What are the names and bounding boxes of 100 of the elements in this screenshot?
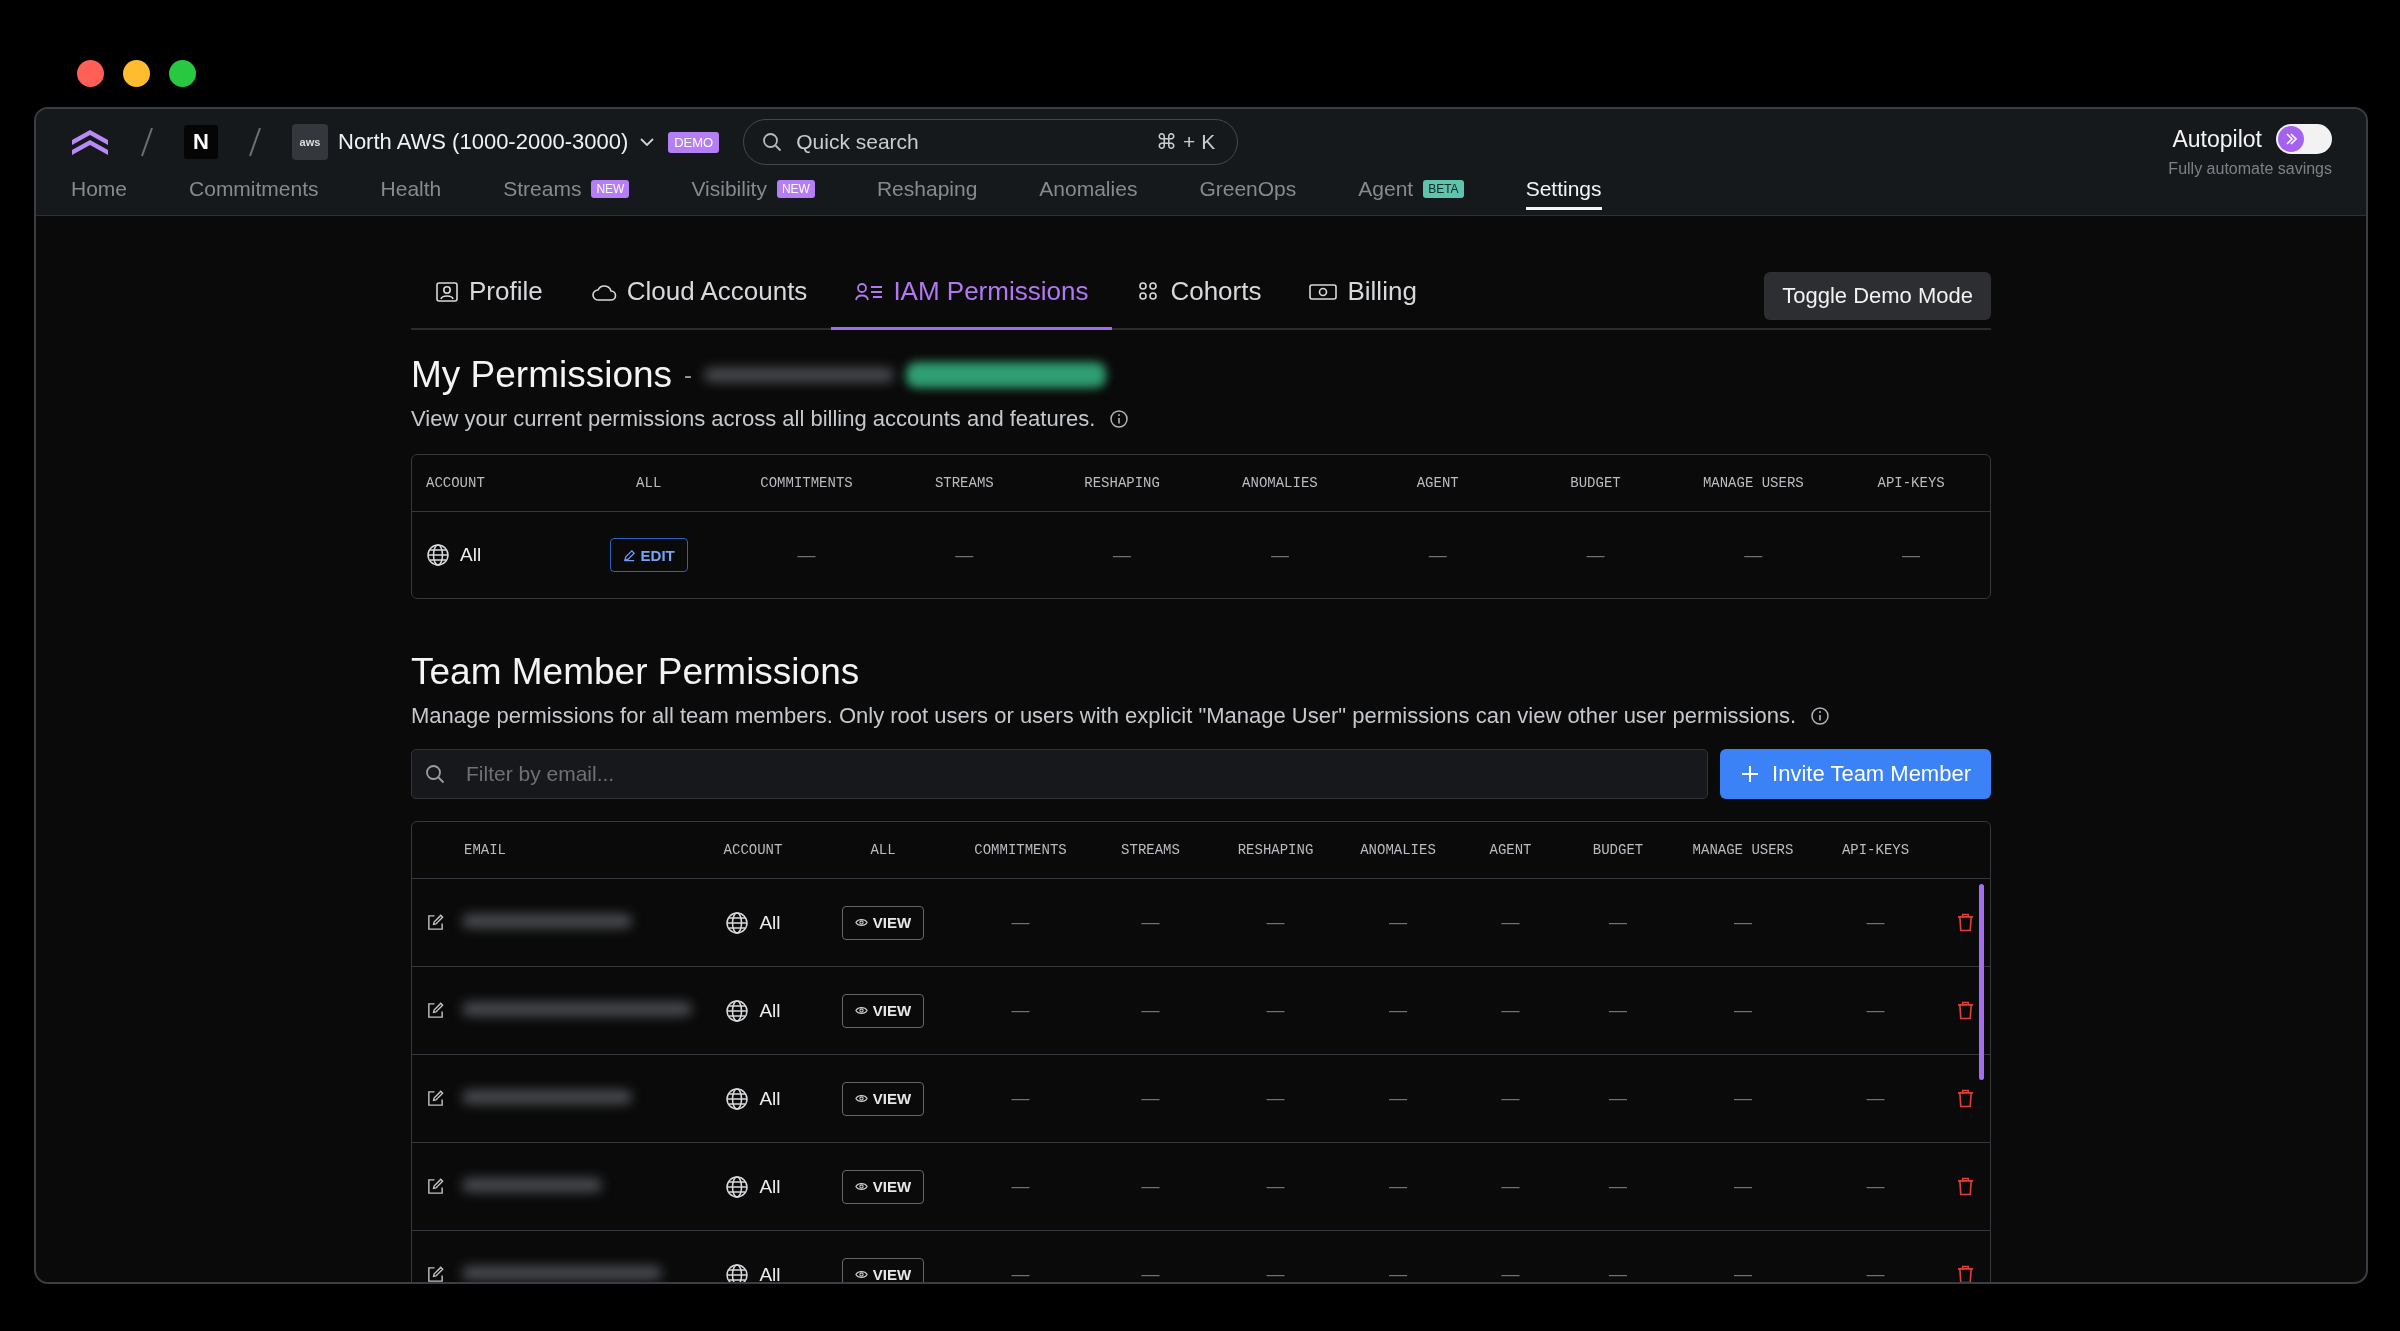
account-selector[interactable]: North AWS (1000-2000-3000): [338, 129, 629, 155]
table-cell: —: [1501, 912, 1520, 933]
view-button[interactable]: VIEW: [841, 1169, 925, 1204]
section-tab[interactable]: Profile: [411, 276, 567, 330]
section-tab[interactable]: Cloud Accounts: [566, 276, 832, 330]
nav-tab[interactable]: Commitments: [189, 177, 319, 210]
column-header: RESHAPING: [1236, 842, 1315, 858]
globe-icon: [725, 910, 750, 935]
toggle-demo-button[interactable]: Toggle Demo Mode: [1764, 272, 1991, 320]
table-cell: —: [1266, 1000, 1285, 1021]
nav-tab[interactable]: Streams NEW: [503, 177, 630, 210]
table-cell: —: [1501, 1088, 1520, 1109]
table-cell: —: [1266, 1176, 1285, 1197]
table-cell: All: [460, 544, 482, 566]
edit-icon[interactable]: [425, 1265, 445, 1282]
table-cell: —: [1266, 1088, 1285, 1109]
maximize-window-icon[interactable]: [169, 60, 196, 87]
edit-button[interactable]: EDIT: [609, 538, 688, 572]
info-icon[interactable]: [1810, 706, 1831, 726]
view-button[interactable]: VIEW: [841, 905, 925, 940]
edit-icon[interactable]: [425, 1089, 445, 1108]
column-header: ALL: [869, 842, 897, 858]
column-header: ACCOUNT: [722, 842, 784, 858]
section-tab[interactable]: IAM Permissions: [831, 276, 1113, 330]
delete-icon[interactable]: [1956, 1177, 1974, 1196]
edit-icon[interactable]: [425, 1001, 445, 1020]
edit-icon[interactable]: [425, 913, 445, 932]
column-header: MANAGE USERS: [1701, 475, 1805, 491]
chevron-down-icon[interactable]: [640, 138, 655, 146]
column-header: EMAIL: [463, 842, 507, 858]
table-cell: —: [1902, 544, 1921, 566]
table-cell: —: [1501, 1176, 1520, 1197]
banknote-icon: [1309, 281, 1338, 302]
nav-tab[interactable]: Visibility NEW: [691, 177, 815, 210]
table-cell: —: [1141, 1264, 1160, 1282]
scrollbar-thumb[interactable]: [1979, 884, 1984, 1080]
section-tab[interactable]: Billing: [1285, 276, 1441, 330]
close-window-icon[interactable]: [77, 60, 104, 87]
table-cell: —: [1586, 544, 1605, 566]
autopilot-subtitle: Fully automate savings: [2168, 160, 2332, 178]
nav-tab[interactable]: Home: [71, 177, 128, 210]
nav-tab[interactable]: Health: [380, 177, 442, 210]
eye-icon: [854, 1005, 868, 1016]
delete-icon[interactable]: [1956, 1265, 1974, 1282]
table-cell: —: [1734, 1176, 1752, 1197]
column-header: BUDGET: [1591, 842, 1645, 858]
nav-tab[interactable]: Agent BETA: [1358, 177, 1464, 210]
section-title: My Permissions: [411, 354, 673, 396]
table-cell: —: [955, 544, 974, 566]
nav-tab[interactable]: Settings: [1525, 177, 1602, 210]
globe-icon: [725, 998, 750, 1023]
view-button[interactable]: VIEW: [841, 1081, 925, 1116]
delete-icon[interactable]: [1956, 1089, 1974, 1108]
title-separator: -: [684, 361, 693, 389]
table-cell: —: [1270, 544, 1289, 566]
invite-button[interactable]: Invite Team Member: [1720, 749, 1991, 799]
filter-field[interactable]: Filter by email...: [411, 749, 1709, 799]
column-header: API-KEYS: [1840, 842, 1911, 858]
nav-badge: NEW: [591, 180, 630, 198]
table-cell: —: [1866, 1000, 1885, 1021]
table-cell: —: [1866, 1088, 1885, 1109]
nav-tab[interactable]: GreenOps: [1199, 177, 1297, 210]
users-list-icon: [855, 281, 884, 302]
logo-icon[interactable]: [70, 128, 110, 156]
delete-icon[interactable]: [1956, 1001, 1974, 1020]
table-cell: —: [1141, 1088, 1160, 1109]
minimize-window-icon[interactable]: [123, 60, 150, 87]
section-title: Team Member Permissions: [411, 651, 861, 693]
nav-tab-label: Reshaping: [876, 177, 978, 201]
org-avatar[interactable]: N: [184, 125, 218, 159]
column-header: COMMITMENTS: [973, 842, 1068, 858]
view-button[interactable]: VIEW: [841, 1257, 925, 1282]
table-cell: —: [1011, 1088, 1030, 1109]
view-button[interactable]: VIEW: [841, 993, 925, 1028]
table-cell: All: [759, 1087, 781, 1110]
info-icon[interactable]: [1109, 409, 1130, 429]
table-cell: —: [1609, 1264, 1627, 1282]
table-cell: —: [1389, 1176, 1407, 1197]
nav-tab[interactable]: Reshaping: [876, 177, 978, 210]
nav-tab[interactable]: Anomalies: [1039, 177, 1138, 210]
delete-icon[interactable]: [1956, 913, 1974, 932]
table-cell: All: [759, 1263, 781, 1282]
column-header: BUDGET: [1569, 475, 1622, 491]
table-cell: —: [1609, 1000, 1627, 1021]
column-header: STREAMS: [933, 475, 995, 491]
nav-tab-label: Streams: [503, 177, 582, 201]
table-cell: —: [1011, 1264, 1030, 1282]
table-cell: —: [1141, 1000, 1160, 1021]
pencil-icon: [622, 548, 636, 562]
globe-icon: [426, 543, 450, 567]
table-cell: —: [1113, 544, 1132, 566]
table-cell: All: [759, 999, 781, 1022]
plus-icon: [1740, 764, 1761, 784]
edit-icon[interactable]: [425, 1177, 445, 1196]
table-cell: All: [759, 1175, 781, 1198]
column-header: ANOMALIES: [1359, 842, 1437, 858]
section-tab[interactable]: Cohorts: [1112, 276, 1286, 330]
autopilot-toggle[interactable]: [2276, 124, 2332, 154]
table-cell: —: [1266, 1264, 1285, 1282]
autopilot-label: Autopilot: [2172, 125, 2262, 153]
